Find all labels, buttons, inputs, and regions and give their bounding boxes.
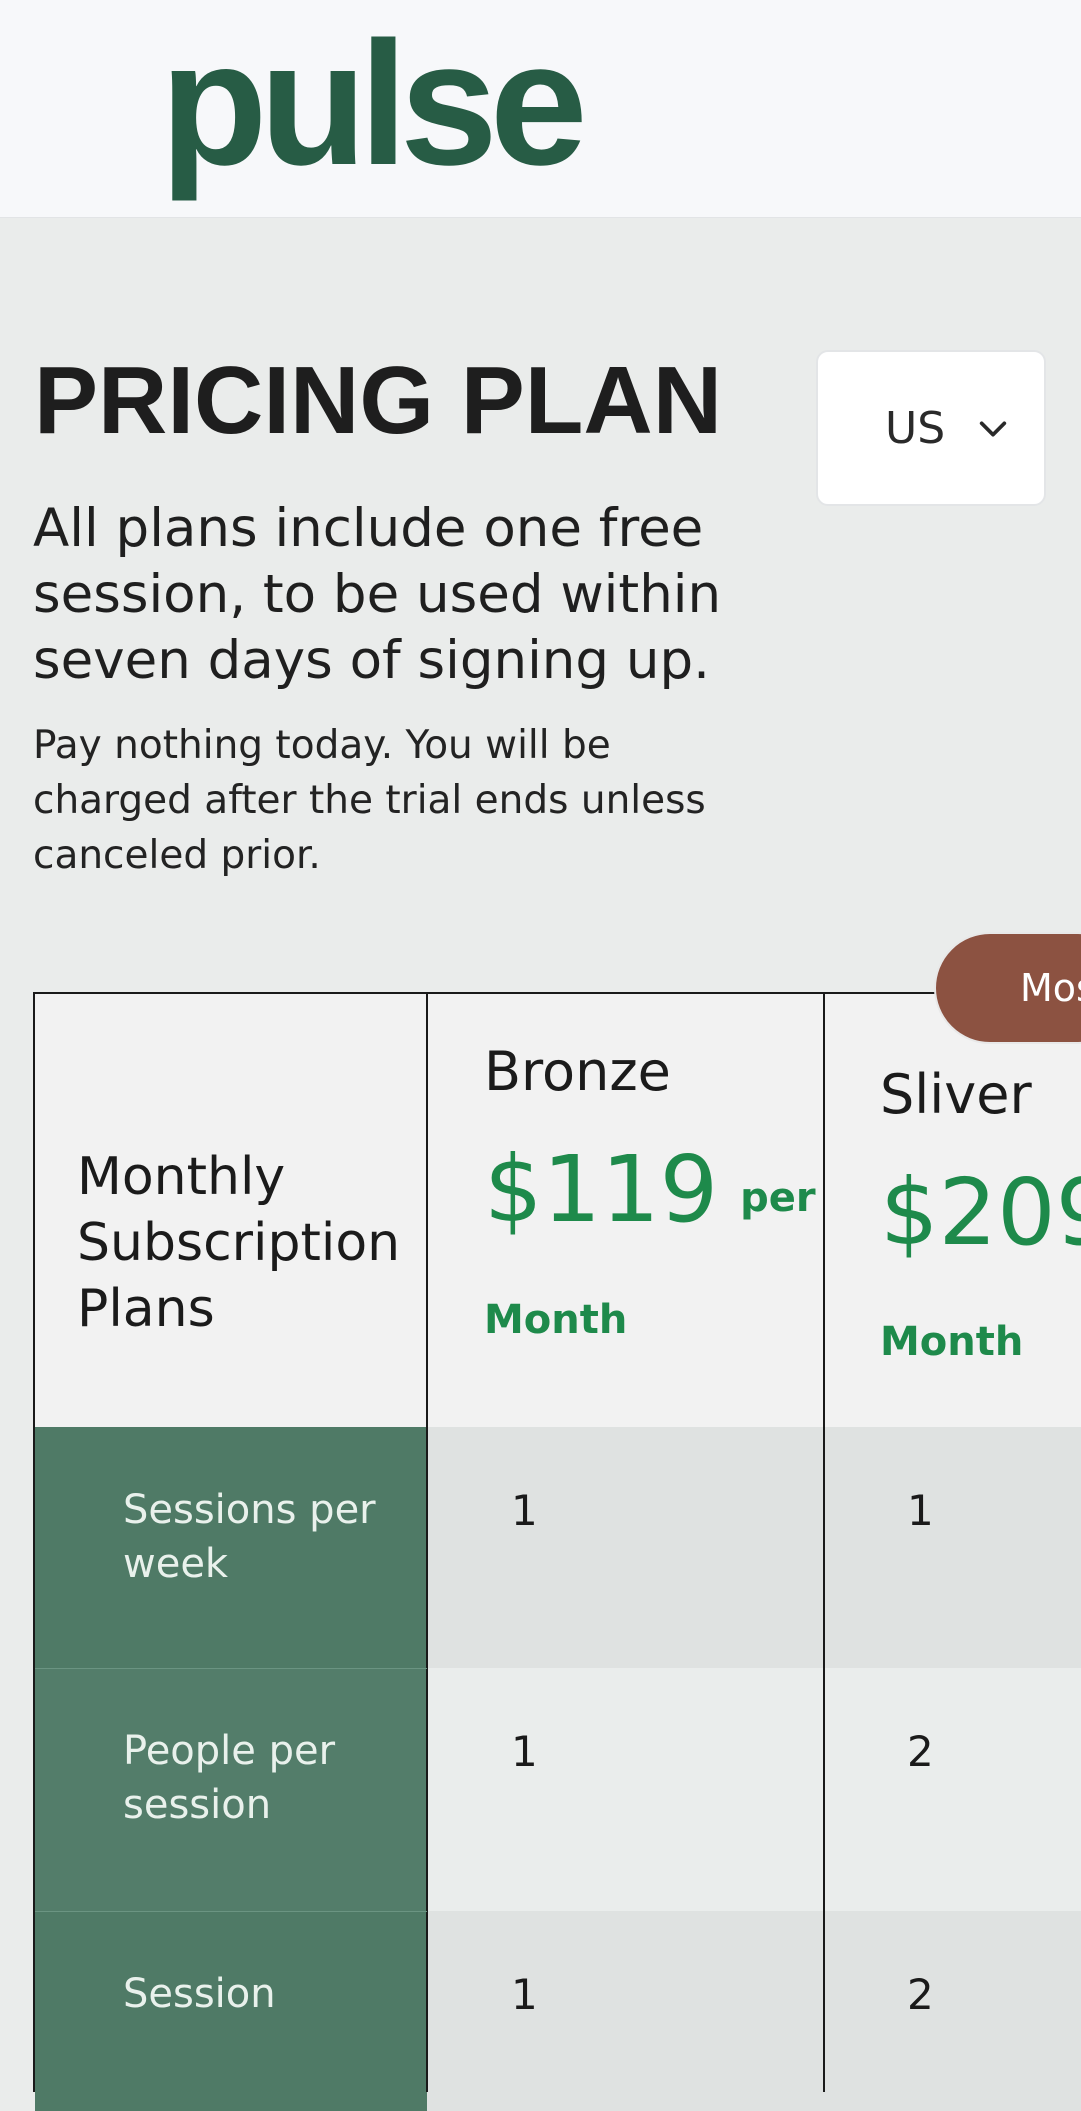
table-divider xyxy=(426,992,428,2092)
plan-price-bronze: $119 per xyxy=(484,1135,816,1245)
country-select[interactable]: US xyxy=(816,350,1046,506)
row-value-bronze: 1 xyxy=(511,1970,538,2019)
table-row: Sessions per week 1 1 xyxy=(35,1427,1081,1668)
most-popular-badge: Mos xyxy=(934,932,1081,1044)
table-row: Session 1 2 xyxy=(35,1911,1081,2111)
table-header-row: Monthly Subscription Plans Bronze $119 pe… xyxy=(35,994,1081,1427)
plan-price-per: per xyxy=(740,1175,816,1221)
row-value-bronze: 1 xyxy=(511,1486,538,1535)
site-header: pulse xyxy=(0,0,1081,218)
row-label: Sessions per week xyxy=(123,1487,376,1587)
chevron-down-icon xyxy=(979,421,1007,437)
row-label-cell: Session xyxy=(35,1911,427,2111)
row-value-bronze: 1 xyxy=(511,1727,538,1776)
table-border-left xyxy=(33,992,35,2092)
plan-price-amount: $119 xyxy=(484,1136,719,1243)
row-label-cell: Sessions per week xyxy=(35,1427,427,1668)
billing-note: Pay nothing today. You will be charged a… xyxy=(33,723,706,878)
plan-price-amount: $209 xyxy=(880,1159,1081,1266)
plan-name-bronze: Bronze xyxy=(484,1040,671,1103)
plan-price-sliver: $209 xyxy=(880,1158,1081,1268)
pulse-logo[interactable]: pulse xyxy=(160,4,588,204)
row-value-sliver: 2 xyxy=(907,1727,934,1776)
table-divider xyxy=(823,992,825,2092)
row-label-cell: People per session xyxy=(35,1668,427,1911)
row-label: People per session xyxy=(123,1728,336,1828)
table-border-top xyxy=(33,992,1081,994)
pricing-table: Monthly Subscription Plans Bronze $119 pe… xyxy=(33,992,1081,2111)
country-select-value: US xyxy=(885,403,946,454)
row-value-sliver: 2 xyxy=(907,1970,934,2019)
plan-period-bronze: Month xyxy=(484,1297,628,1343)
table-row: People per session 1 2 xyxy=(35,1668,1081,1911)
page-title: PRICING PLAN xyxy=(34,347,723,454)
row-label: Session xyxy=(123,1971,276,2017)
row-divider xyxy=(35,1911,427,1912)
table-header-label: Monthly Subscription Plans xyxy=(77,1147,401,1339)
row-divider xyxy=(35,1668,427,1669)
row-value-sliver: 1 xyxy=(907,1486,934,1535)
plans-subtitle: All plans include one free session, to b… xyxy=(33,498,722,691)
plan-name-sliver: Sliver xyxy=(880,1063,1032,1126)
plan-period-sliver: Month xyxy=(880,1319,1024,1365)
